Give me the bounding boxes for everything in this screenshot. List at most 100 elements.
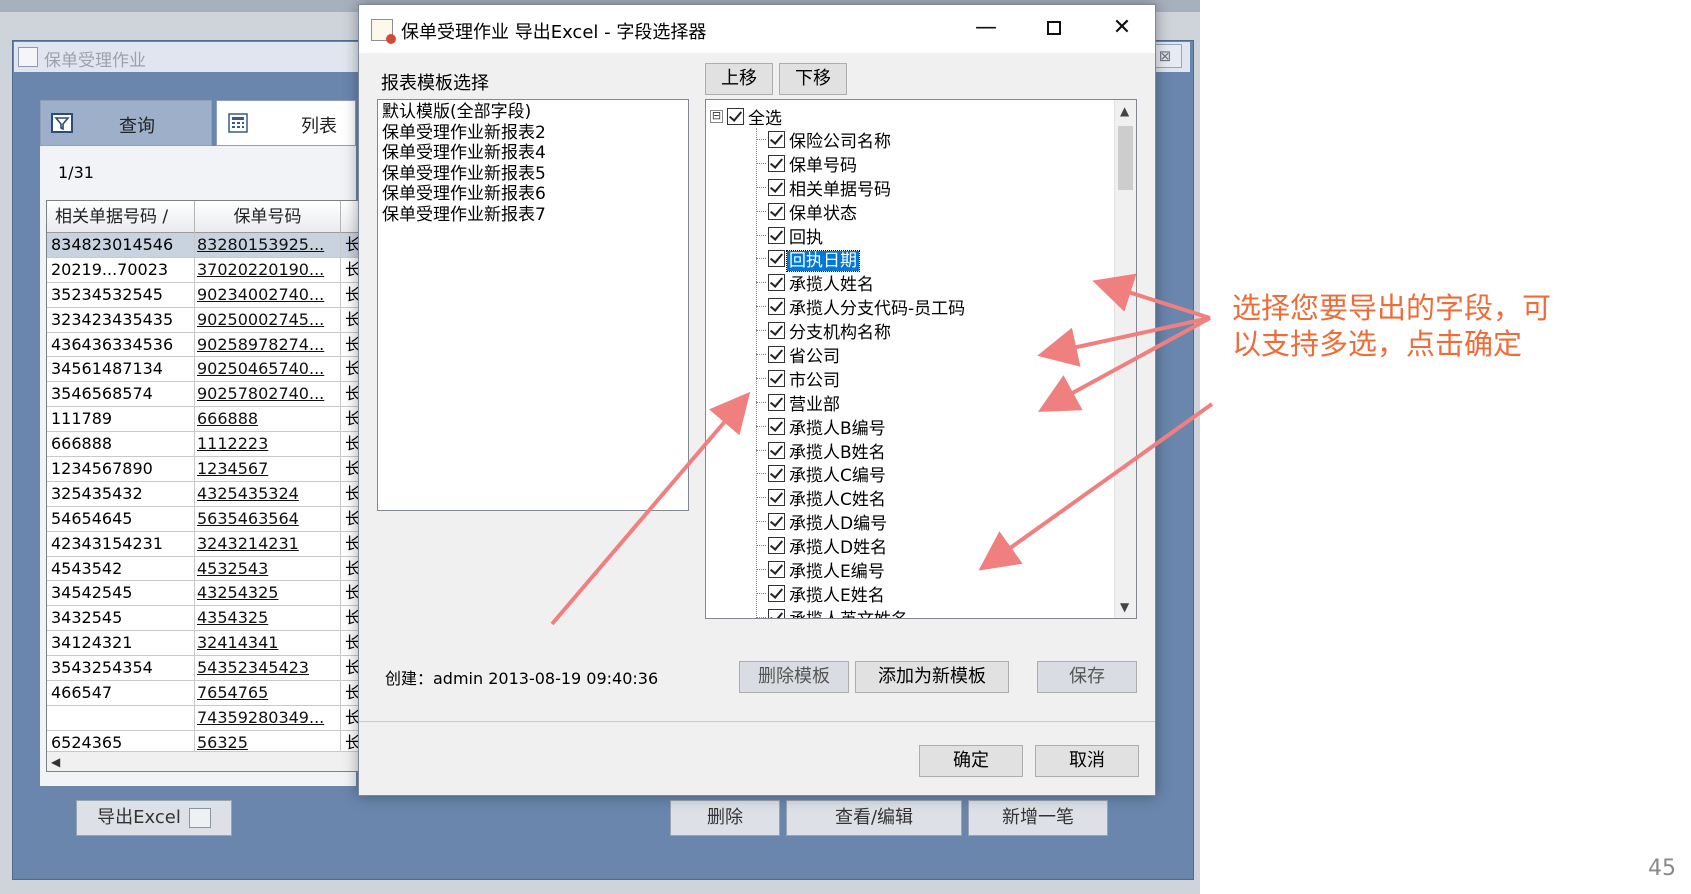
tree-field-item[interactable]: 承揽人英文姓名	[756, 605, 967, 618]
tree-field-item[interactable]: 承揽人B编号	[756, 414, 967, 439]
cell-policy-no[interactable]: 5635463564	[197, 507, 339, 531]
tree-field-item[interactable]: 承揽人D编号	[756, 509, 967, 534]
field-checkbox[interactable]	[768, 298, 785, 316]
table-row[interactable]: 1234567890 1234567 长	[47, 457, 365, 482]
field-checkbox[interactable]	[768, 202, 785, 220]
tree-field-item[interactable]: 回执日期	[756, 246, 967, 273]
cell-policy-no[interactable]: 4354325	[197, 606, 339, 630]
table-row[interactable]: 35234532545 90234002740... 长	[47, 282, 365, 308]
field-checkbox[interactable]	[768, 417, 785, 435]
field-checkbox[interactable]	[768, 584, 785, 602]
move-up-button[interactable]: 上移	[705, 63, 773, 95]
collapse-icon[interactable]: ⊟	[710, 110, 723, 123]
field-checkbox[interactable]	[768, 369, 785, 387]
ok-button[interactable]: 确定	[919, 745, 1023, 777]
table-row[interactable]: 466547 7654765 长	[47, 681, 365, 706]
cell-policy-no[interactable]: 37020220190...	[197, 258, 339, 282]
tree-field-item[interactable]: 市公司	[756, 366, 967, 391]
table-row[interactable]: 111789 666888 长	[47, 407, 365, 433]
tree-root-select-all[interactable]: ⊟ 全选	[710, 104, 784, 129]
add-new-button[interactable]: 新增一笔	[968, 800, 1108, 836]
template-list-item[interactable]: 保单受理作业新报表5	[382, 164, 684, 185]
table-row[interactable]: 3432545 4354325 长	[47, 606, 365, 632]
cell-policy-no[interactable]: 90234002740...	[197, 283, 339, 307]
table-row[interactable]: 34542545 43254325 长	[47, 581, 365, 607]
table-row[interactable]: 42343154231 3243214231 长	[47, 531, 365, 557]
field-checkbox[interactable]	[768, 274, 785, 292]
tree-field-item[interactable]: 保险公司名称	[756, 127, 967, 152]
tree-vertical-scrollbar[interactable]: ▲ ▼	[1114, 100, 1136, 618]
cell-policy-no[interactable]: 4532543	[197, 557, 339, 581]
table-row[interactable]: 436436334536 90258978274... 长	[47, 332, 365, 358]
tree-field-item[interactable]: 承揽人姓名	[756, 270, 967, 295]
table-row[interactable]: 54654645 5635463564 长	[47, 506, 365, 532]
cell-policy-no[interactable]: 3243214231	[197, 532, 339, 556]
cell-policy-no[interactable]: 83280153925...	[197, 233, 339, 257]
tree-field-item[interactable]: 承揽人分支代码-员工码	[756, 294, 967, 319]
tree-field-item[interactable]: 承揽人E姓名	[756, 581, 967, 606]
checkbox-select-all[interactable]	[727, 108, 744, 125]
cell-policy-no[interactable]: 32414341	[197, 631, 339, 655]
table-row[interactable]: 34561487134 90250465740... 长	[47, 357, 365, 383]
delete-template-button[interactable]: 删除模板	[739, 661, 849, 693]
tree-field-item[interactable]: 承揽人D姓名	[756, 533, 967, 558]
tree-field-item[interactable]: 承揽人C姓名	[756, 485, 967, 510]
field-checkbox[interactable]	[768, 250, 785, 268]
field-checkbox[interactable]	[768, 561, 785, 579]
view-edit-button[interactable]: 查看/编辑	[786, 800, 962, 836]
field-checkbox[interactable]	[768, 154, 785, 172]
table-row[interactable]: 20219...70023 37020220190... 长	[47, 257, 365, 283]
template-list-item[interactable]: 保单受理作业新报表2	[382, 123, 684, 144]
maximize-button[interactable]	[1031, 13, 1077, 45]
scrollbar-thumb[interactable]	[1118, 126, 1133, 190]
field-checkbox[interactable]	[768, 441, 785, 459]
tree-field-item[interactable]: 保单号码	[756, 151, 967, 176]
cancel-button[interactable]: 取消	[1035, 745, 1139, 777]
grid-horizontal-scrollbar[interactable]: ◀	[47, 751, 365, 771]
cell-policy-no[interactable]: 4325435324	[197, 482, 339, 506]
table-row[interactable]: 34124321 32414341 长	[47, 631, 365, 657]
field-checkbox[interactable]	[768, 489, 785, 507]
tree-field-item[interactable]: 省公司	[756, 342, 967, 367]
field-checkbox[interactable]	[768, 226, 785, 244]
tab-query[interactable]: 查询	[40, 100, 212, 146]
cell-policy-no[interactable]: 666888	[197, 407, 339, 431]
column-header-related-doc-no[interactable]: 相关单据号码 /	[47, 201, 195, 233]
table-row[interactable]: 3543254354 54352345423 长	[47, 656, 365, 682]
template-list-item[interactable]: 保单受理作业新报表6	[382, 184, 684, 205]
field-checkbox[interactable]	[768, 513, 785, 531]
move-down-button[interactable]: 下移	[779, 63, 847, 95]
scroll-up-icon[interactable]: ▲	[1120, 104, 1129, 118]
cell-policy-no[interactable]: 7654765	[197, 681, 339, 705]
template-list-item[interactable]: 保单受理作业新报表4	[382, 143, 684, 164]
table-row[interactable]: 834823014546 83280153925... 长	[47, 233, 365, 258]
tree-field-item[interactable]: 相关单据号码	[756, 175, 967, 200]
field-checkbox[interactable]	[768, 322, 785, 340]
field-checkbox[interactable]	[768, 346, 785, 364]
cell-policy-no[interactable]: 90250002745...	[197, 308, 339, 332]
tree-field-item[interactable]: 承揽人B姓名	[756, 438, 967, 463]
template-list-item[interactable]: 默认模版(全部字段)	[382, 102, 684, 123]
tree-field-item[interactable]: 营业部	[756, 390, 967, 415]
tab-list[interactable]: 列表	[216, 100, 356, 146]
tree-field-item[interactable]: 承揽人C编号	[756, 461, 967, 486]
cell-policy-no[interactable]: 90257802740...	[197, 382, 339, 406]
table-row[interactable]: 325435432 4325435324 长	[47, 481, 365, 507]
tree-field-item[interactable]: 分支机构名称	[756, 318, 967, 343]
field-checkbox[interactable]	[768, 131, 785, 148]
delete-button[interactable]: 删除	[670, 800, 780, 836]
tree-field-item[interactable]: 回执	[756, 223, 967, 248]
field-checkbox[interactable]	[768, 537, 785, 555]
cell-policy-no[interactable]: 1234567	[197, 457, 339, 481]
field-checkbox[interactable]	[768, 465, 785, 483]
tree-field-item[interactable]: 保单状态	[756, 199, 967, 224]
template-list-item[interactable]: 保单受理作业新报表7	[382, 205, 684, 226]
close-button[interactable]: ✕	[1099, 13, 1145, 45]
field-checkbox[interactable]	[768, 608, 785, 618]
table-row[interactable]: 666888 1112223 长	[47, 432, 365, 458]
save-button[interactable]: 保存	[1037, 661, 1137, 693]
scroll-down-icon[interactable]: ▼	[1120, 600, 1129, 614]
field-checkbox[interactable]	[768, 393, 785, 411]
table-row[interactable]: 323423435435 90250002745... 长	[47, 307, 365, 333]
cell-policy-no[interactable]: 54352345423	[197, 656, 339, 680]
